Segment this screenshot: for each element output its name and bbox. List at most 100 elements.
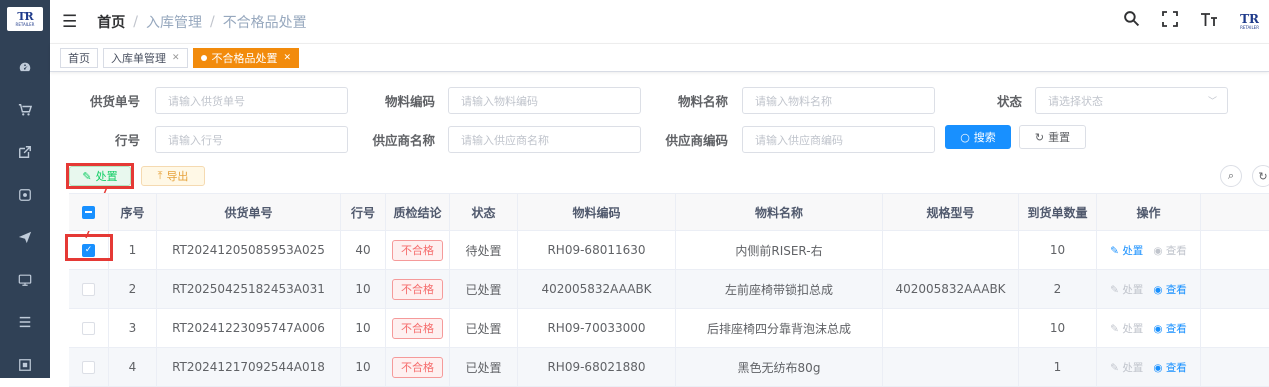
cell-line: 10 bbox=[341, 309, 386, 347]
cell-material-code: RH09-70033000 bbox=[518, 309, 676, 347]
cell-qty: 1 bbox=[1019, 348, 1097, 386]
cell-index: 3 bbox=[109, 309, 157, 347]
breadcrumb-home[interactable]: 首页 bbox=[97, 12, 125, 32]
header-material-code: 物料编码 bbox=[518, 194, 676, 230]
row-dispose-link[interactable]: ✎ 处置 bbox=[1110, 282, 1143, 297]
cell-line: 10 bbox=[341, 270, 386, 308]
highlight-box-dispose bbox=[66, 163, 134, 189]
box-icon[interactable] bbox=[0, 344, 50, 387]
header-line: 行号 bbox=[341, 194, 386, 230]
tag-home[interactable]: 首页 bbox=[60, 47, 98, 68]
close-icon[interactable]: ✕ bbox=[284, 53, 292, 63]
header-qty: 到货单数量 bbox=[1019, 194, 1097, 230]
row-view-link[interactable]: ◉ 查看 bbox=[1153, 321, 1187, 336]
row-checkbox[interactable] bbox=[82, 282, 95, 296]
row-dispose-link[interactable]: ✎ 处置 bbox=[1110, 360, 1143, 375]
cell-qty: 10 bbox=[1019, 231, 1097, 269]
upload-icon: ⤒ bbox=[157, 169, 163, 182]
cell-actions: ✎ 处置 ◉ 查看 bbox=[1097, 270, 1201, 308]
cell-qc: 不合格 bbox=[386, 348, 450, 386]
row-dispose-link[interactable]: ✎ 处置 bbox=[1110, 321, 1143, 336]
select-all-cell[interactable] bbox=[69, 194, 109, 230]
qc-badge: 不合格 bbox=[392, 278, 443, 300]
font-size-icon[interactable] bbox=[1200, 11, 1218, 32]
cell-qty: 2 bbox=[1019, 270, 1097, 308]
cell-spec bbox=[883, 348, 1019, 386]
table-row[interactable]: ✓ 1 RT20241205085953A025 40 不合格 待处置 RH09-68011… bbox=[69, 231, 1269, 270]
row-checkbox[interactable] bbox=[82, 321, 95, 335]
tag-inbound-management[interactable]: 入库单管理 ✕ bbox=[103, 47, 188, 68]
dashboard-icon[interactable] bbox=[0, 46, 50, 89]
table-row[interactable]: 3 RT20241223095747A006 10 不合格 已处置 RH09-700330… bbox=[69, 309, 1269, 348]
cell-material-name: 黑色无纺布80g bbox=[676, 348, 883, 386]
package-icon[interactable] bbox=[0, 174, 50, 217]
tags-view: 首页 入库单管理 ✕ 不合格品处置 ✕ bbox=[50, 44, 1269, 72]
cell-qc: 不合格 bbox=[386, 231, 450, 269]
cell-status: 待处置 bbox=[450, 231, 518, 269]
cell-spec bbox=[883, 231, 1019, 269]
search-toggle-icon[interactable]: ⌕ bbox=[1220, 165, 1242, 187]
monitor-icon[interactable] bbox=[0, 259, 50, 302]
search-button[interactable]: ○ 搜索 bbox=[945, 125, 1011, 149]
row-view-link[interactable]: ◉ 查看 bbox=[1153, 360, 1187, 375]
user-avatar[interactable]: TR RETAILER bbox=[1240, 13, 1259, 30]
cell-material-code: 402005832AAABK bbox=[518, 270, 676, 308]
fullscreen-icon[interactable] bbox=[1162, 10, 1178, 32]
table-row[interactable]: 2 RT20250425182453A031 10 不合格 已处置 402005832AA… bbox=[69, 270, 1269, 309]
cell-line: 40 bbox=[341, 231, 386, 269]
cell-material-code: RH09-68011630 bbox=[518, 231, 676, 269]
highlight-box-row1 bbox=[65, 234, 113, 261]
header-actions: 操作 bbox=[1097, 194, 1201, 230]
list-icon[interactable] bbox=[0, 301, 50, 344]
header-spec: 规格型号 bbox=[883, 194, 1019, 230]
cell-status: 已处置 bbox=[450, 270, 518, 308]
qc-badge: 不合格 bbox=[392, 356, 443, 378]
row-checkbox[interactable] bbox=[82, 360, 95, 374]
logo: TR RETAILER bbox=[7, 7, 43, 31]
navbar: ☰ 首页 / 入库管理 / 不合格品处置 TR RETAILER bbox=[50, 0, 1269, 44]
cell-actions: ✎ 处置 ◉ 查看 bbox=[1097, 309, 1201, 347]
cell-actions: ✎ 处置 ◉ 查看 bbox=[1097, 348, 1201, 386]
header-supply-no: 供货单号 bbox=[157, 194, 341, 230]
export-icon[interactable] bbox=[0, 131, 50, 174]
header-qc: 质检结论 bbox=[386, 194, 450, 230]
cell-index: 4 bbox=[109, 348, 157, 386]
select-all-checkbox[interactable] bbox=[82, 205, 95, 219]
cell-supply-no: RT20241205085953A025 bbox=[157, 231, 341, 269]
export-button[interactable]: ⤒ 导出 bbox=[141, 166, 205, 186]
reset-button[interactable]: ↻ 重置 bbox=[1019, 125, 1086, 149]
row-select-cell[interactable] bbox=[69, 270, 109, 308]
table-row[interactable]: 4 RT20241217092544A018 10 不合格 已处置 RH09-680218… bbox=[69, 348, 1269, 387]
row-select-cell[interactable] bbox=[69, 348, 109, 386]
refresh-icon[interactable]: ↻ bbox=[1252, 165, 1269, 187]
cell-status: 已处置 bbox=[450, 348, 518, 386]
cell-qty: 10 bbox=[1019, 309, 1097, 347]
qc-badge: 不合格 bbox=[392, 239, 443, 261]
cell-material-name: 后排座椅四分靠背泡沫总成 bbox=[676, 309, 883, 347]
cell-qc: 不合格 bbox=[386, 270, 450, 308]
cell-supply-no: RT20241217092544A018 bbox=[157, 348, 341, 386]
header-material-name: 物料名称 bbox=[676, 194, 883, 230]
row-view-link[interactable]: ◉ 查看 bbox=[1153, 282, 1187, 297]
header-index: 序号 bbox=[109, 194, 157, 230]
row-select-cell[interactable] bbox=[69, 309, 109, 347]
breadcrumb-inbound[interactable]: 入库管理 bbox=[146, 12, 202, 32]
breadcrumb-current: 不合格品处置 bbox=[222, 14, 307, 31]
table-header: 序号 供货单号 行号 质检结论 状态 物料编码 物料名称 规格型号 到货单数量 … bbox=[69, 193, 1269, 231]
cell-status: 已处置 bbox=[450, 309, 518, 347]
cell-supply-no: RT20250425182453A031 bbox=[157, 270, 341, 308]
header-status: 状态 bbox=[450, 194, 518, 230]
cell-material-name: 左前座椅带锁扣总成 bbox=[676, 270, 883, 308]
cell-actions: ✎ 处置 ◉ 查看 bbox=[1097, 231, 1201, 269]
row-view-link[interactable]: ◉ 查看 bbox=[1153, 243, 1187, 258]
hamburger-icon[interactable]: ☰ bbox=[62, 12, 77, 32]
cart-icon[interactable] bbox=[0, 89, 50, 132]
cell-qc: 不合格 bbox=[386, 309, 450, 347]
search-icon[interactable] bbox=[1123, 10, 1140, 32]
row-dispose-link[interactable]: ✎ 处置 bbox=[1110, 243, 1143, 258]
close-icon[interactable]: ✕ bbox=[172, 53, 180, 63]
search-icon: ○ bbox=[960, 130, 970, 144]
send-icon[interactable] bbox=[0, 216, 50, 259]
cell-spec bbox=[883, 309, 1019, 347]
tag-defective-disposal[interactable]: 不合格品处置 ✕ bbox=[192, 47, 300, 68]
